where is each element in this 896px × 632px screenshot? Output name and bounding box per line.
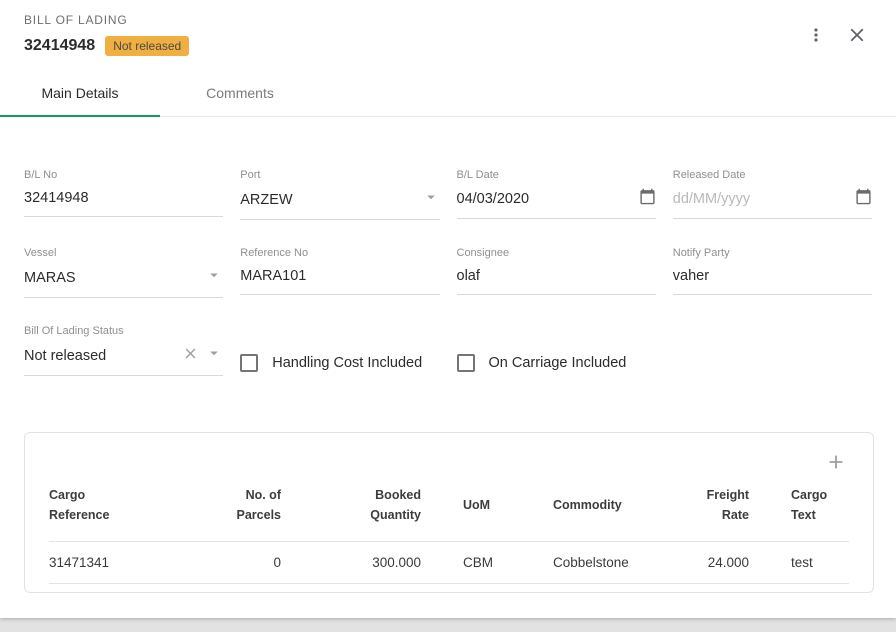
column-header: Cargo Reference (49, 475, 201, 542)
card-toolbar (49, 441, 849, 475)
field-bl-no: B/L No (24, 169, 223, 220)
bl-status-value: Not released (24, 348, 176, 364)
handling-cost-checkbox-field: Handling Cost Included (240, 349, 439, 376)
checkbox-label: Handling Cost Included (272, 355, 422, 371)
field-reference-no: Reference No (240, 247, 439, 298)
add-cargo-line-button[interactable] (823, 449, 849, 475)
close-icon (846, 34, 868, 49)
kebab-menu-icon (806, 33, 826, 48)
status-badge: Not released (105, 36, 189, 56)
field-bl-status: Bill Of Lading Status Not released (24, 325, 223, 376)
port-select[interactable]: ARZEW (240, 181, 439, 220)
field-label: B/L No (24, 169, 223, 181)
clear-icon[interactable] (182, 345, 199, 367)
field-port: Port ARZEW (240, 169, 439, 220)
bl-no-input[interactable] (24, 190, 223, 206)
chevron-down-icon (205, 344, 223, 367)
field-consignee: Consignee (457, 247, 656, 298)
main-details-form: B/L No Port ARZEW B/L Date (0, 117, 896, 376)
port-value: ARZEW (240, 192, 415, 208)
released-date-input[interactable] (673, 191, 849, 207)
spacer (673, 325, 872, 376)
column-header: Commodity (553, 475, 673, 542)
tab-comments[interactable]: Comments (160, 68, 320, 116)
title-row: 32414948 Not released (24, 36, 189, 56)
field-label: Notify Party (673, 247, 872, 259)
calendar-icon[interactable] (855, 188, 872, 210)
plus-icon (825, 461, 847, 476)
vessel-select[interactable]: MARAS (24, 259, 223, 298)
column-header: No. of Parcels (201, 475, 281, 542)
field-label: Bill Of Lading Status (24, 325, 223, 337)
header-actions (804, 13, 870, 48)
cell-no-of-parcels: 0 (201, 542, 281, 584)
column-header: UoM (421, 475, 553, 542)
handling-cost-checkbox[interactable] (240, 354, 258, 372)
cargo-table: Cargo Reference No. of Parcels Booked Qu… (49, 475, 849, 584)
field-label: Port (240, 169, 439, 181)
dialog-title: 32414948 (24, 37, 95, 55)
bl-date-input[interactable] (457, 191, 633, 207)
field-label: Reference No (240, 247, 439, 259)
close-button[interactable] (844, 22, 870, 48)
chevron-down-icon (422, 188, 440, 211)
field-label: Vessel (24, 247, 223, 259)
more-options-button[interactable] (804, 23, 828, 47)
consignee-input[interactable] (457, 268, 656, 284)
table-row[interactable]: 31471341 0 300.000 CBM Cobbelstone 24.00… (49, 542, 849, 584)
cell-cargo-reference: 31471341 (49, 542, 201, 584)
column-header: Freight Rate (673, 475, 749, 542)
field-label: B/L Date (457, 169, 656, 181)
notify-party-input[interactable] (673, 268, 872, 284)
calendar-icon[interactable] (639, 188, 656, 210)
on-carriage-checkbox-field: On Carriage Included (457, 349, 656, 376)
cell-freight-rate: 24.000 (673, 542, 749, 584)
cell-uom: CBM (421, 542, 553, 584)
vessel-value: MARAS (24, 270, 199, 286)
bill-of-lading-dialog: BILL OF LADING 32414948 Not released Mai… (0, 0, 896, 618)
checkbox-label: On Carriage Included (489, 355, 627, 371)
field-vessel: Vessel MARAS (24, 247, 223, 298)
field-released-date: Released Date (673, 169, 872, 220)
cell-commodity: Cobbelstone (553, 542, 673, 584)
cell-cargo-text: test (749, 542, 849, 584)
tab-label: Comments (206, 85, 274, 101)
tab-main-details[interactable]: Main Details (0, 68, 160, 116)
column-header: Cargo Text (749, 475, 849, 542)
dialog-kicker: BILL OF LADING (24, 13, 189, 27)
field-bl-date: B/L Date (457, 169, 656, 220)
cell-booked-quantity: 300.000 (281, 542, 421, 584)
bl-status-select[interactable]: Not released (24, 337, 223, 376)
header-text: BILL OF LADING 32414948 Not released (24, 13, 189, 56)
field-notify-party: Notify Party (673, 247, 872, 298)
reference-no-input[interactable] (240, 268, 439, 284)
tab-bar: Main Details Comments (0, 68, 896, 117)
cargo-lines-card: Cargo Reference No. of Parcels Booked Qu… (24, 432, 874, 593)
field-label: Released Date (673, 169, 872, 181)
column-header: Booked Quantity (281, 475, 421, 542)
tab-label: Main Details (41, 85, 118, 101)
chevron-down-icon (205, 266, 223, 289)
table-header-row: Cargo Reference No. of Parcels Booked Qu… (49, 475, 849, 542)
dialog-header: BILL OF LADING 32414948 Not released (0, 0, 896, 56)
on-carriage-checkbox[interactable] (457, 354, 475, 372)
field-label: Consignee (457, 247, 656, 259)
